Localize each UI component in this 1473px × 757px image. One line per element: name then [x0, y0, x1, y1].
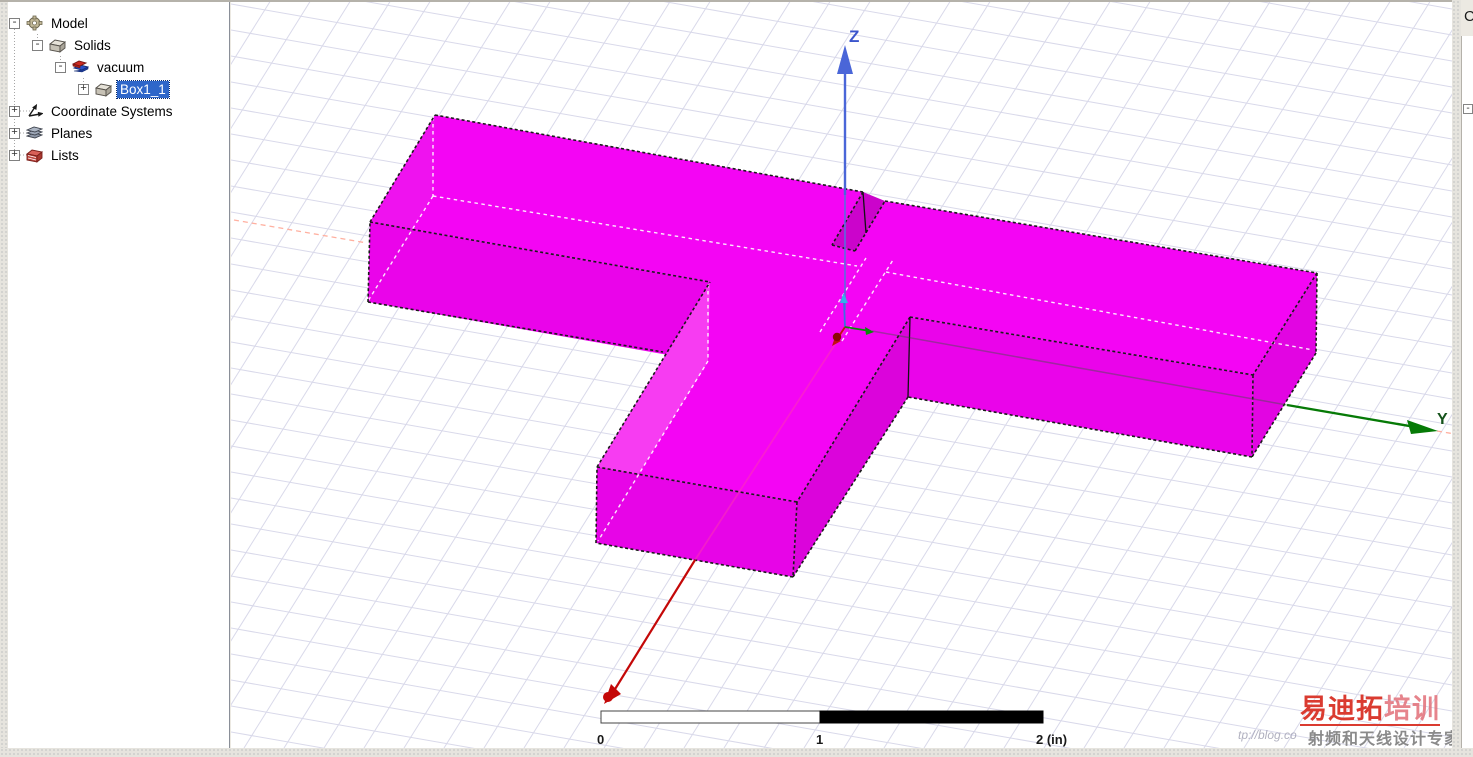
tree-item-label: Solids: [74, 37, 111, 53]
y-axis-label: Y: [1437, 411, 1448, 428]
bottom-dock-splitter[interactable]: [0, 748, 1473, 757]
vacuum-icon: [72, 60, 89, 73]
window-top-border: [0, 0, 1473, 2]
tree-item-coordinate-systems[interactable]: + Coordinate Systems: [8, 100, 229, 122]
tree-item-label: vacuum: [97, 59, 145, 75]
tree-item-label-selected: Box1_1: [116, 79, 170, 99]
coordinate-systems-icon: [28, 103, 43, 117]
clipped-side-panel: Co -: [1461, 0, 1473, 748]
tree-item-lists[interactable]: + Lists: [8, 144, 229, 166]
expand-collapse-box[interactable]: +: [78, 83, 89, 95]
3d-viewport[interactable]: Y Z 0 1 2 (in): [231, 0, 1452, 748]
tree-item-planes[interactable]: + Planes: [8, 122, 229, 144]
planes-icon: [26, 126, 43, 139]
scale-tick-1: 1: [816, 732, 823, 747]
expand-collapse-box[interactable]: -: [1463, 104, 1473, 114]
expand-collapse-box[interactable]: -: [9, 17, 20, 29]
tree-item-label: Planes: [51, 125, 93, 141]
tree-item-vacuum[interactable]: - vacuum: [8, 56, 229, 78]
expand-collapse-box[interactable]: -: [32, 39, 43, 51]
box-icon: [95, 83, 112, 97]
lists-icon: [26, 149, 43, 163]
scale-tick-0: 0: [597, 732, 604, 747]
solids-icon: [49, 39, 66, 53]
tree-item-solids[interactable]: - Solids: [8, 34, 229, 56]
expand-collapse-box[interactable]: +: [9, 105, 20, 117]
model-tree-panel: - Model - Solids - vacuum + Box1_1 + Coo…: [8, 2, 230, 748]
side-panel-title: Co: [1464, 8, 1473, 25]
z-axis-label: Z: [849, 27, 859, 46]
scale-bar: 0 1 2 (in): [597, 710, 1067, 747]
z-axis-arrowhead: [837, 45, 853, 74]
model-object-box1-1[interactable]: [367, 114, 1318, 578]
tree-item-box1-1[interactable]: + Box1_1: [8, 78, 229, 100]
origin-point: [832, 332, 842, 342]
tree-item-label: Coordinate Systems: [51, 103, 173, 119]
expand-collapse-box[interactable]: +: [9, 127, 20, 139]
watermark-url-fragment: tp://blog.co: [1238, 728, 1297, 742]
scale-tick-2: 2 (in): [1036, 732, 1067, 747]
tree-item-model[interactable]: - Model: [8, 12, 229, 34]
model-icon: [26, 15, 43, 31]
side-panel-body: -: [1461, 36, 1473, 748]
vertical-splitter[interactable]: [1452, 0, 1461, 757]
3d-scene: Y Z 0 1 2 (in): [231, 0, 1452, 748]
expand-collapse-box[interactable]: +: [9, 149, 20, 161]
tree-item-label: Model: [51, 15, 88, 31]
watermark-title: 易迪拓培训: [1300, 694, 1440, 726]
expand-collapse-box[interactable]: -: [55, 61, 66, 73]
watermark: tp://blog.co 易迪拓培训 射频和天线设计专家: [1230, 692, 1452, 746]
application-window: - Model - Solids - vacuum + Box1_1 + Coo…: [0, 0, 1473, 757]
tree-item-label: Lists: [51, 147, 79, 163]
watermark-subtitle: 射频和天线设计专家: [1308, 731, 1452, 746]
left-dock-splitter[interactable]: [0, 2, 8, 748]
